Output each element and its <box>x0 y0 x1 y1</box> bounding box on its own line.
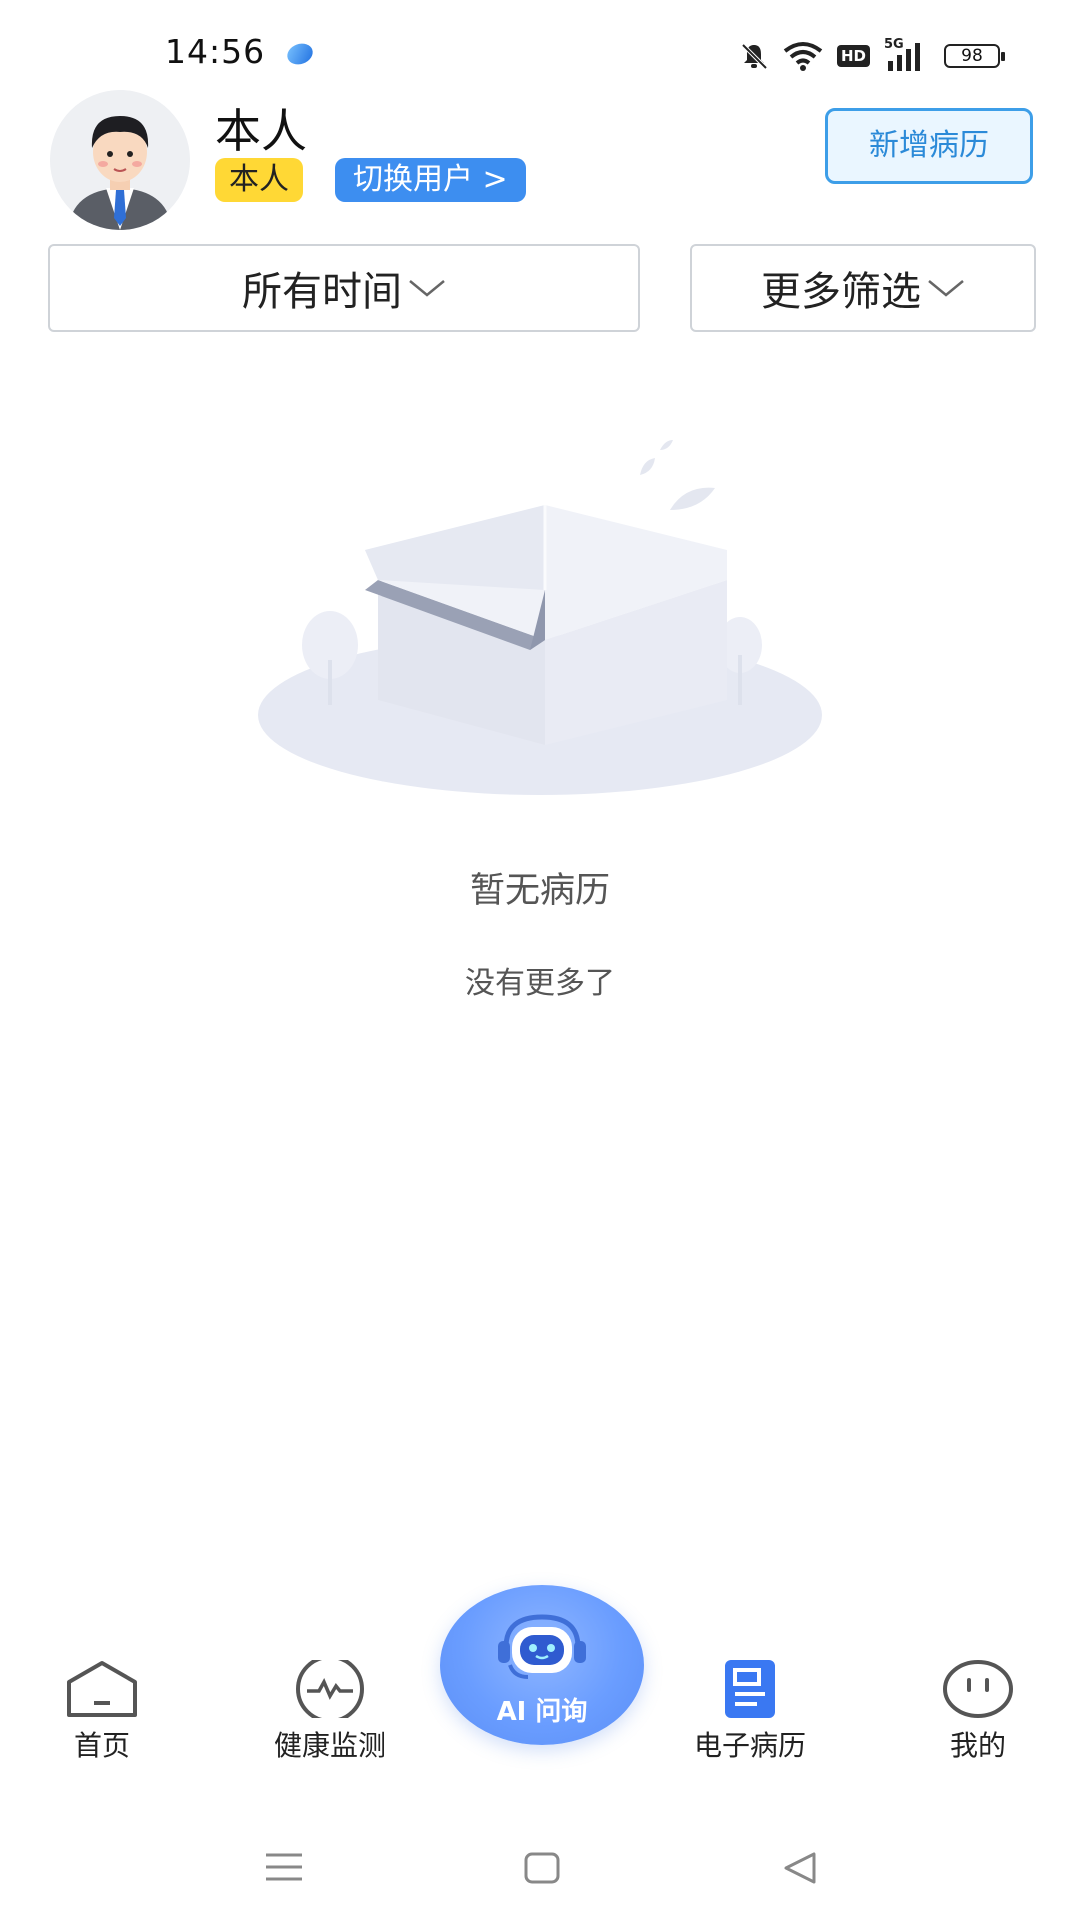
new-record-button[interactable]: 新增病历 <box>825 108 1033 184</box>
chevron-down-icon <box>409 280 445 297</box>
tab-mine-label: 我的 <box>949 1729 1006 1762</box>
network-label: 5G <box>884 37 904 52</box>
tab-home-label: 首页 <box>73 1729 130 1762</box>
battery-icon: 98 <box>944 44 1005 68</box>
tab-health-monitor-label: 健康监测 <box>273 1729 386 1762</box>
robot-icon <box>498 1614 586 1679</box>
avatar-illustration <box>50 90 190 230</box>
hd-badge: HD <box>836 45 870 67</box>
chevron-down-icon <box>928 280 964 297</box>
wifi-icon <box>783 42 823 71</box>
mute-bell-icon <box>741 43 768 70</box>
medical-record-icon <box>725 1660 775 1718</box>
time-filter-dropdown[interactable]: 所有时间 <box>48 244 640 332</box>
switch-user-button[interactable]: 切换用户 > <box>335 158 526 202</box>
self-tag: 本人 <box>215 158 303 202</box>
empty-state-title: 暂无病历 <box>469 871 610 911</box>
empty-box-illustration <box>258 440 822 795</box>
tab-medical-records[interactable]: 电子病历 <box>660 1660 840 1764</box>
home-icon <box>67 1661 137 1717</box>
profile-face-icon <box>943 1660 1013 1718</box>
ai-inquiry-button[interactable]: AI 问询 <box>440 1585 644 1745</box>
status-bar: 14:56 HD 5G 98 <box>0 0 1080 100</box>
more-filter-label: 更多筛选 <box>761 269 921 315</box>
ai-inquiry-label: AI 问询 <box>496 1697 588 1727</box>
signal-icon: 5G <box>884 37 930 71</box>
user-name: 本人 <box>215 104 307 158</box>
more-filter-dropdown[interactable]: 更多筛选 <box>690 244 1036 332</box>
back-icon[interactable] <box>780 1850 820 1886</box>
tab-home[interactable]: 首页 <box>12 1660 192 1764</box>
no-more-text: 没有更多了 <box>465 966 615 1001</box>
menu-icon[interactable] <box>262 1850 306 1884</box>
health-monitor-icon <box>296 1660 364 1718</box>
status-icons: HD 5G 98 <box>739 36 1005 76</box>
tab-mine[interactable]: 我的 <box>888 1660 1068 1764</box>
tab-medical-records-label: 电子病历 <box>693 1729 806 1762</box>
avatar[interactable] <box>50 90 190 230</box>
status-time: 14:56 <box>165 32 266 71</box>
home-square-icon[interactable] <box>522 1850 562 1886</box>
tab-health-monitor[interactable]: 健康监测 <box>240 1660 420 1764</box>
app-notification-icon <box>284 40 316 68</box>
time-filter-label: 所有时间 <box>242 269 402 315</box>
